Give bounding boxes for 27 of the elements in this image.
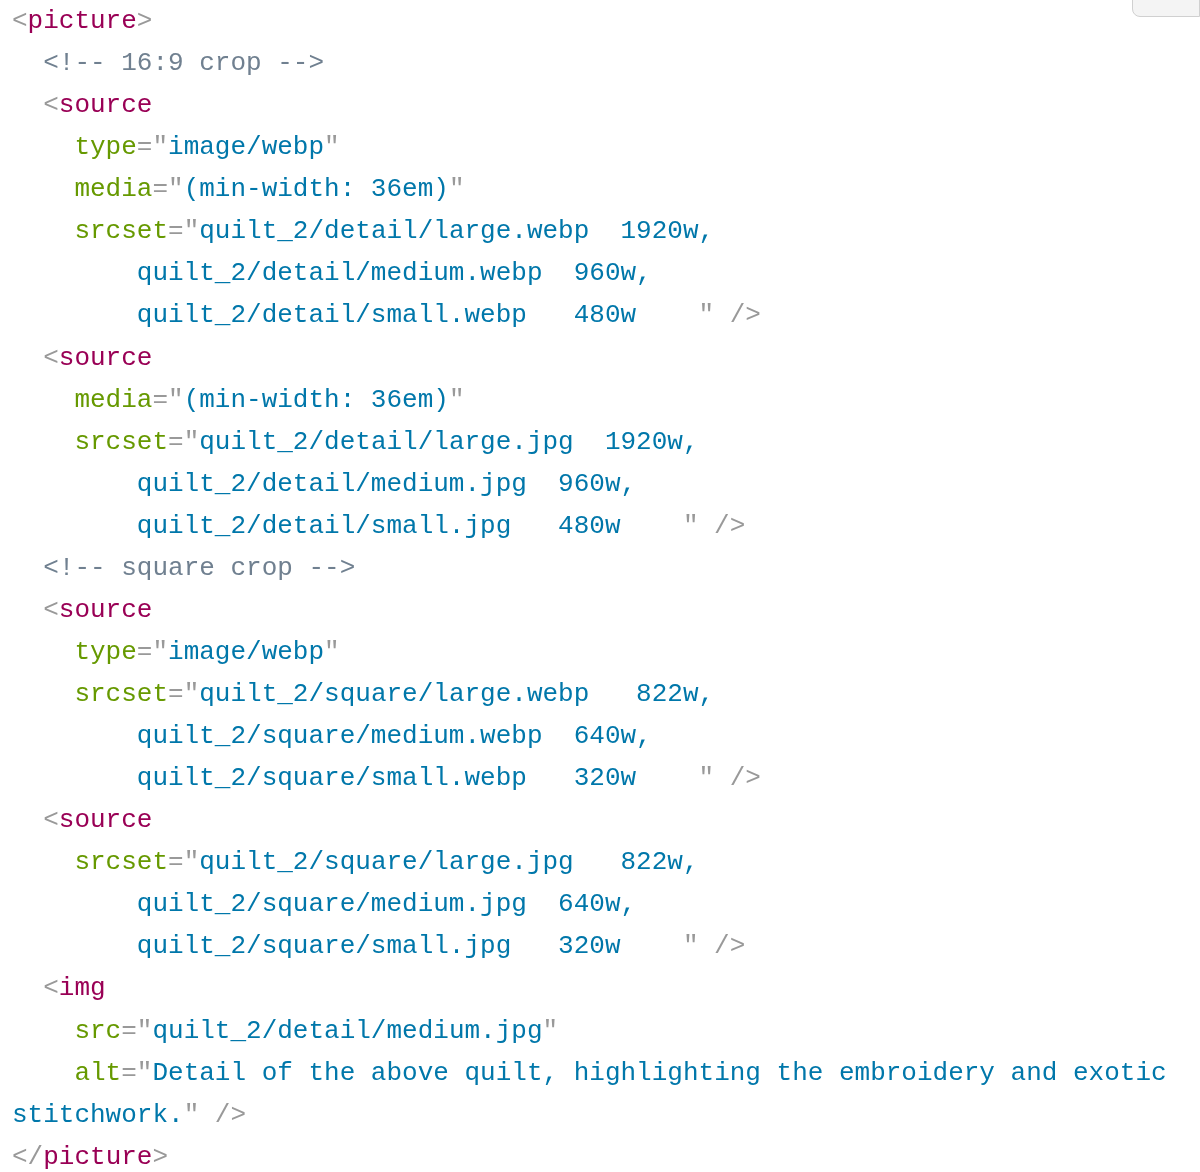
code-line: srcset="quilt_2/detail/large.jpg 1920w,: [73, 425, 699, 459]
code-line: <!-- 16:9 crop -->: [42, 47, 325, 81]
code-line: <source: [42, 341, 153, 375]
code-line: quilt_2/square/small.webp 320w " />: [135, 762, 761, 796]
code-line: srcset="quilt_2/square/large.webp 822w,: [73, 678, 715, 711]
code-line: <picture>: [12, 5, 153, 38]
code-line: <source: [42, 804, 153, 838]
code-line: quilt_2/detail/small.webp 480w " />: [135, 299, 761, 333]
code-line: media="(min-width: 36em)": [73, 383, 465, 417]
code-line: quilt_2/detail/medium.webp 960w,: [135, 257, 652, 291]
code-line: type="image/webp": [73, 131, 340, 165]
code-line: quilt_2/detail/small.jpg 480w " />: [135, 509, 746, 543]
code-line: srcset="quilt_2/square/large.jpg 822w,: [73, 846, 699, 880]
code-line: quilt_2/square/medium.webp 640w,: [135, 720, 652, 754]
code-line: </picture>: [12, 1140, 169, 1172]
code-line: quilt_2/detail/medium.jpg 960w,: [135, 467, 637, 501]
code-line: media="(min-width: 36em)": [73, 173, 465, 207]
code-line: quilt_2/square/medium.jpg 640w,: [135, 888, 637, 922]
code-line: <!-- square crop -->: [42, 551, 356, 585]
code-line: <source: [42, 89, 153, 123]
code-line: <source: [42, 593, 153, 627]
code-line: type="image/webp": [73, 635, 340, 669]
code-line: <img: [42, 972, 106, 1006]
code-line: srcset="quilt_2/detail/large.webp 1920w,: [73, 215, 715, 249]
code-line: alt="Detail of the above quilt, highlighting the embroidery and exotic stitchwork." />: [12, 1056, 1168, 1132]
code-line: quilt_2/square/small.jpg 320w " />: [135, 930, 746, 964]
code-line: src="quilt_2/detail/medium.jpg": [73, 1014, 559, 1048]
